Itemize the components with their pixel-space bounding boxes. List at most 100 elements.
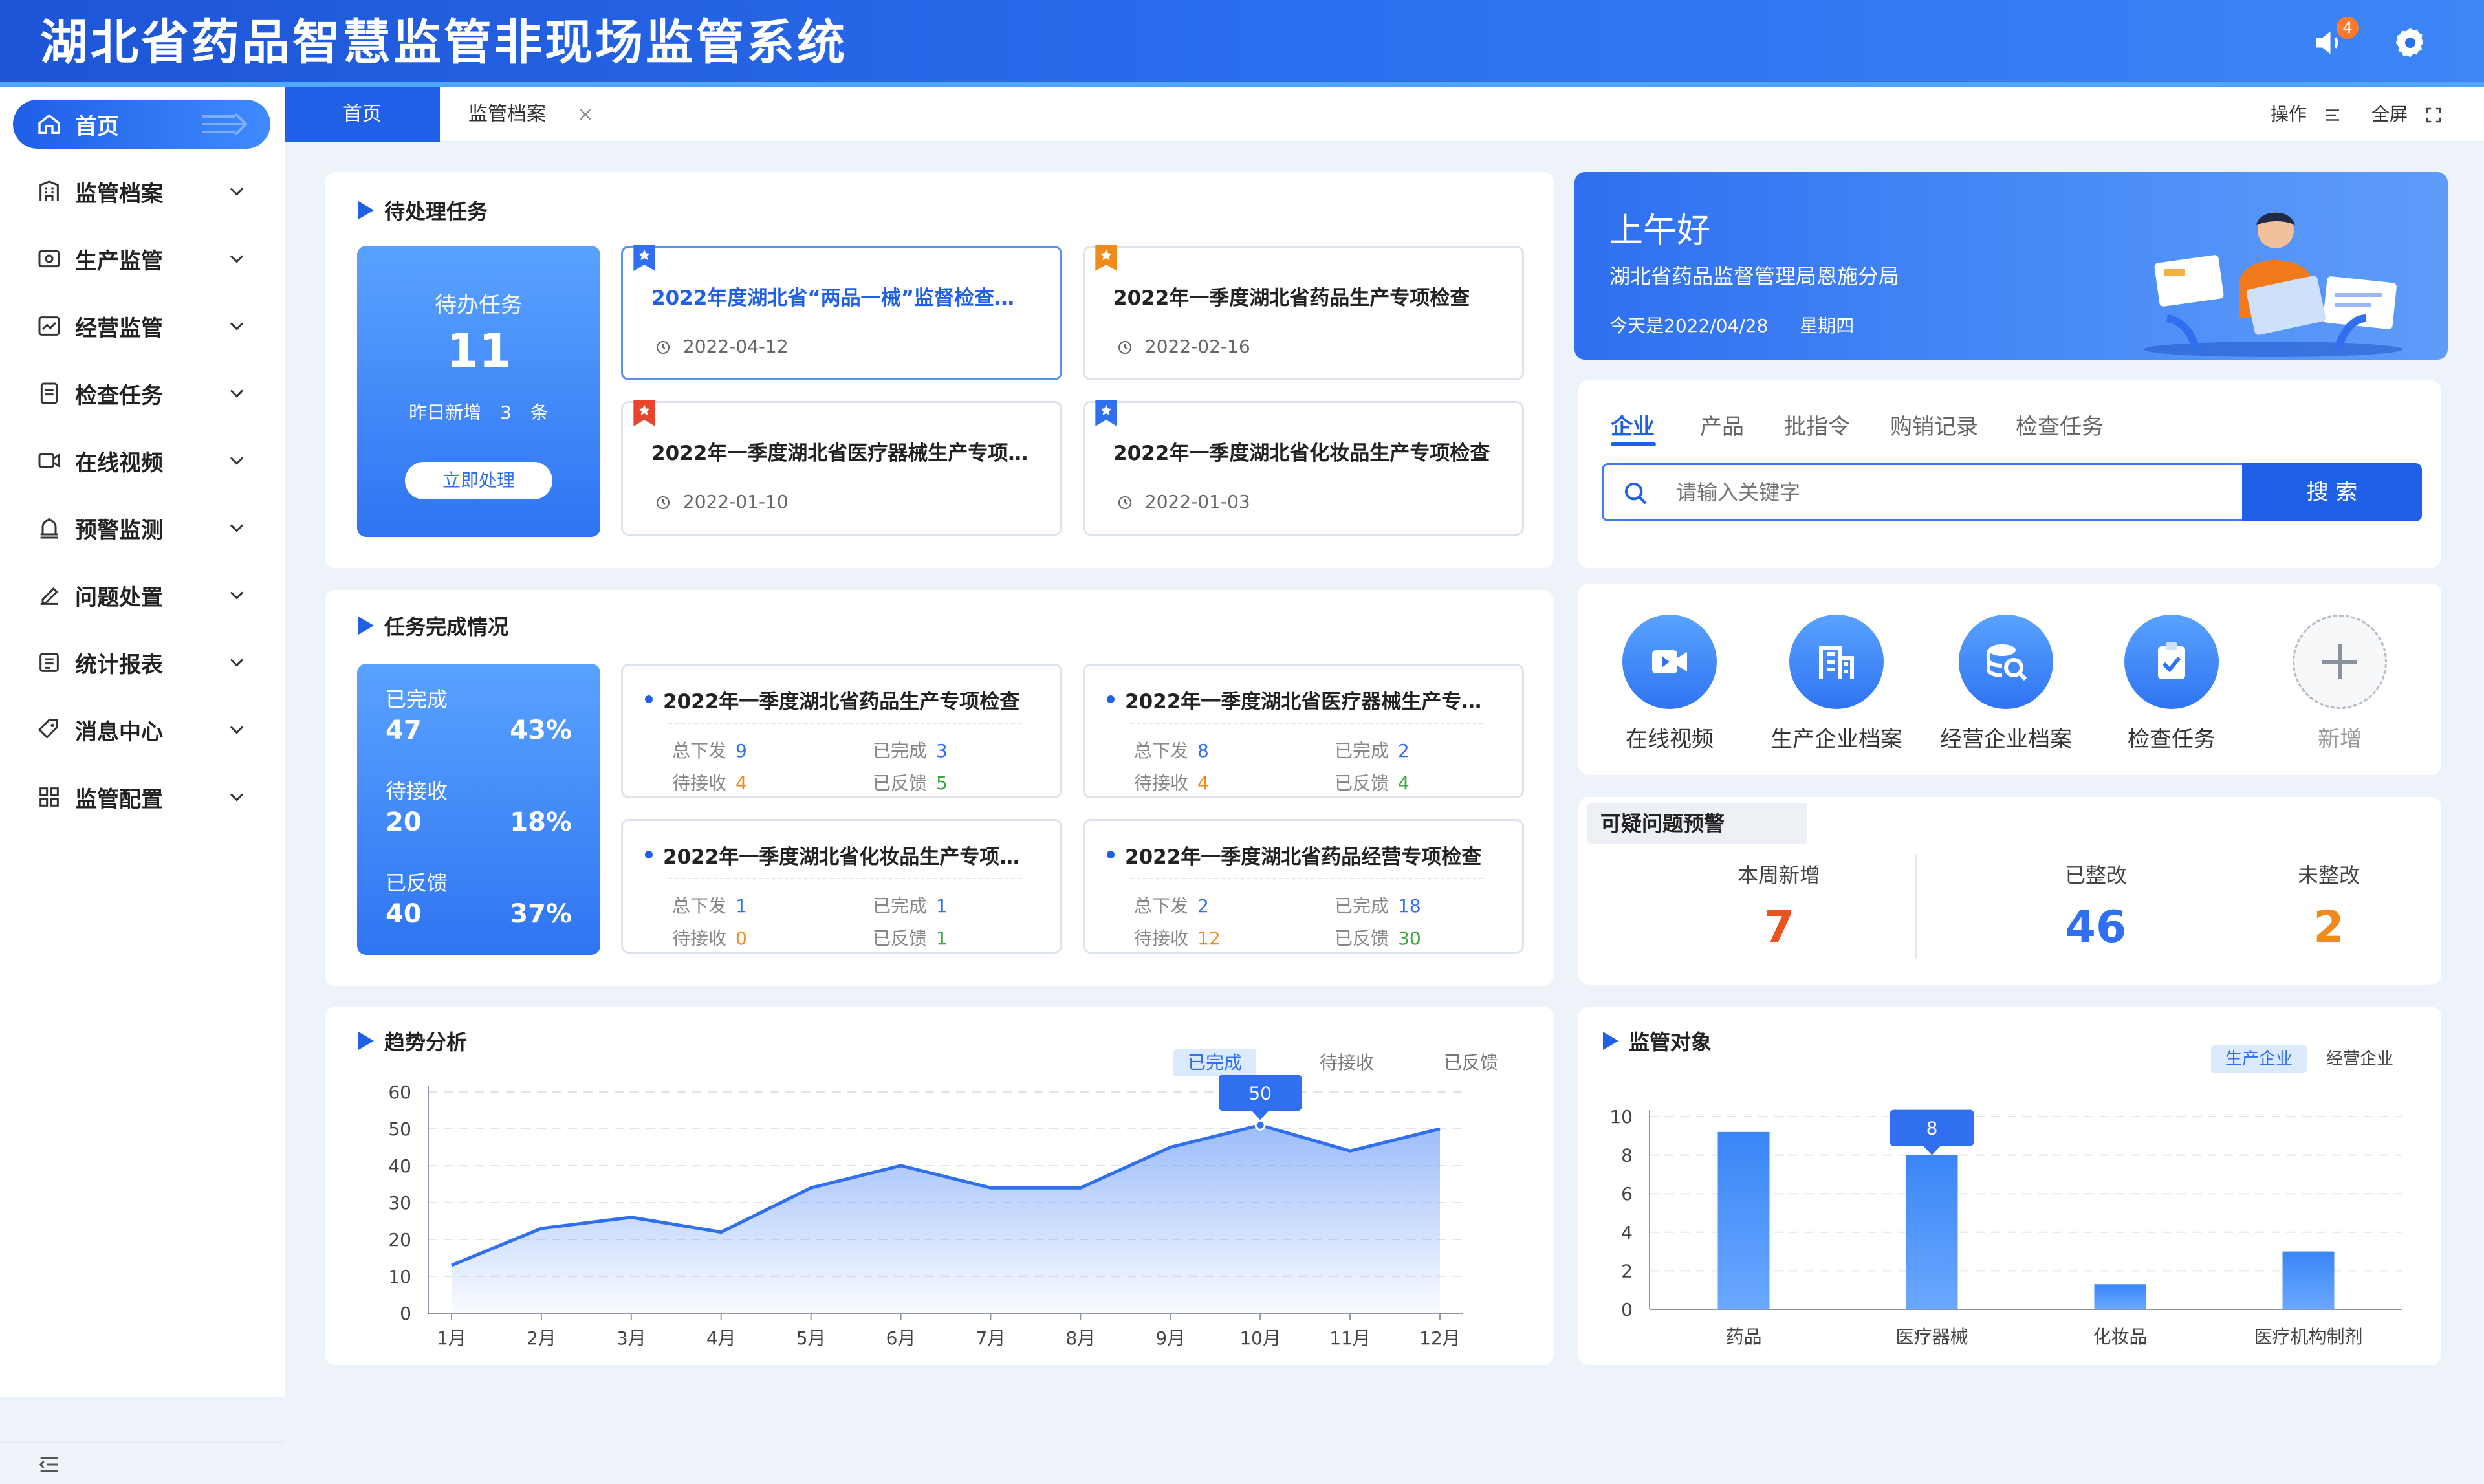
process-now-button[interactable]: 立即处理 [405, 462, 552, 499]
search-input[interactable] [1675, 474, 2192, 510]
sidebar-item-issues[interactable]: 问题处置 [13, 571, 270, 620]
search-tab-batch[interactable]: 批指令 [1784, 409, 1850, 441]
completion-summary: 已完成 47 43% 待接收 20 18% 已反馈 40 37% [357, 664, 600, 955]
sidebar-item-config[interactable]: 监管配置 [13, 772, 270, 822]
bar [1718, 1132, 1770, 1309]
pending-value: 0 [735, 928, 747, 949]
done-value: 18 [1398, 895, 1421, 917]
tab-archive[interactable]: 监管档案 [455, 87, 585, 142]
todo-count: 11 [357, 323, 600, 378]
done-value: 1 [936, 895, 948, 917]
summary-label: 已完成 [386, 683, 448, 713]
app-header: 湖北省药品智慧监管非现场监管系统 4 [0, 0, 2484, 87]
close-icon[interactable] [577, 106, 594, 123]
collapse-menu-icon[interactable] [35, 1452, 63, 1478]
y-tick-label: 0 [400, 1303, 411, 1324]
task-title: 2022年一季度湖北省医疗器械生产专项检查 [651, 437, 1034, 466]
sidebar-item-archive[interactable]: 监管档案 [13, 167, 270, 216]
bar-tooltip: 8 [1890, 1110, 1974, 1155]
completion-card[interactable]: 2022年一季度湖北省医疗器械生产专项检查 总下发8 已完成2 待接收4 已反馈… [1083, 664, 1524, 798]
x-tick-label: 5月 [796, 1327, 826, 1349]
sidebar-item-label: 检查任务 [75, 378, 163, 409]
task-card[interactable]: 2022年一季度湖北省化妆品生产专项检查 2022-01-03 [1083, 401, 1524, 536]
gear-icon[interactable] [2391, 23, 2430, 62]
pending-tasks-panel: 待处理任务 待办任务 11 昨日新增 3 条 立即处理 2022年度湖北省“两品… [325, 172, 1554, 568]
operate-menu[interactable]: 操作 [2271, 87, 2342, 142]
summary-value: 20 [386, 807, 422, 837]
chevron-down-icon [225, 314, 248, 338]
quick-production-archive-button[interactable] [1789, 615, 1884, 709]
edit-icon [36, 582, 62, 608]
pending-label: 待接收 [672, 772, 726, 794]
quick-production-archive-label: 生产企业档案 [1752, 721, 1921, 753]
video-icon [36, 448, 62, 474]
sidebar-item-reports[interactable]: 统计报表 [13, 638, 270, 687]
greeting-hello: 上午好 [1609, 203, 1710, 252]
plus-icon [2316, 638, 2363, 685]
sidebar: 首页 监管档案 生产监管 经营监管 检查任务 在线视频 预警监测 问题处置 统 [0, 87, 285, 1397]
sidebar-item-inspection[interactable]: 检查任务 [13, 369, 270, 418]
quick-business-archive-button[interactable] [1959, 615, 2053, 709]
feedback-stat: 已反馈1 [873, 924, 948, 950]
search-tab-trade[interactable]: 购销记录 [1890, 409, 1978, 441]
greeting-banner: 上午好 湖北省药品监督管理局恩施分局 今天是2022/04/28 星期四 [1574, 172, 2448, 360]
sidebar-item-label: 监管配置 [75, 781, 163, 813]
fullscreen-icon [2424, 105, 2443, 125]
todo-yesterday-prefix: 昨日新增 [409, 402, 481, 423]
search-tab-company[interactable]: 企业 [1611, 409, 1655, 441]
quick-inspection-button[interactable] [2124, 615, 2219, 709]
clock-icon [655, 495, 671, 510]
task-card[interactable]: 2022年一季度湖北省医疗器械生产专项检查 2022-01-10 [621, 401, 1062, 536]
sidebar-item-home[interactable]: 首页 [13, 100, 270, 149]
tab-home[interactable]: 首页 [285, 87, 440, 142]
sidebar-item-production[interactable]: 生产监管 [13, 234, 270, 283]
completion-panel: 任务完成情况 已完成 47 43% 待接收 20 18% 已反馈 40 37% … [325, 590, 1554, 986]
quick-add-button[interactable] [2293, 615, 2387, 709]
pending-stat: 待接收12 [1134, 924, 1221, 950]
completion-card[interactable]: 2022年一季度湖北省药品生产专项检查 总下发9 已完成3 待接收4 已反馈5 [621, 664, 1062, 798]
chevron-down-icon [225, 651, 248, 674]
warning-unfixed-value: 2 [2199, 902, 2458, 953]
fullscreen-button[interactable]: 全屏 [2371, 87, 2443, 142]
search-tab-inspection[interactable]: 检查任务 [2016, 409, 2104, 441]
task-card[interactable]: 2022年一季度湖北省药品生产专项检查 2022-02-16 [1083, 246, 1524, 380]
x-tick-label: 9月 [1155, 1327, 1185, 1349]
completion-card[interactable]: 2022年一季度湖北省药品经营专项检查 总下发2 已完成18 待接收12 已反馈… [1083, 819, 1524, 954]
chevron-down-icon [225, 785, 248, 809]
fullscreen-label: 全屏 [2371, 104, 2408, 125]
y-tick-label: 10 [1609, 1106, 1633, 1128]
y-tick-label: 40 [388, 1155, 411, 1177]
grid-icon [36, 784, 62, 810]
chevron-down-icon [225, 247, 248, 270]
arrows-decor-icon [199, 109, 251, 140]
issued-label: 总下发 [1134, 740, 1188, 761]
issued-label: 总下发 [1134, 895, 1188, 917]
feedback-label: 已反馈 [1335, 928, 1389, 949]
y-tick-label: 50 [388, 1118, 411, 1140]
greeting-org: 湖北省药品监督管理局恩施分局 [1609, 260, 1899, 290]
sidebar-item-business[interactable]: 经营监管 [13, 301, 270, 351]
x-tick-label: 2月 [527, 1327, 556, 1349]
greeting-date: 今天是2022/04/28 星期四 [1609, 312, 1854, 338]
sidebar-item-warning[interactable]: 预警监测 [13, 503, 270, 552]
clock-icon [1117, 495, 1133, 510]
feedback-label: 已反馈 [1335, 772, 1389, 794]
task-date: 2022-02-16 [1117, 336, 1250, 357]
x-tick-label: 11月 [1329, 1327, 1371, 1349]
bar-tooltip-text: 8 [1926, 1118, 1938, 1139]
clipboard-check-icon [2148, 638, 2195, 685]
done-label: 已完成 [873, 740, 927, 761]
sidebar-item-label: 监管档案 [75, 176, 163, 208]
completion-card[interactable]: 2022年一季度湖北省化妆品生产专项检查 总下发1 已完成1 待接收0 已反馈1 [621, 819, 1062, 954]
task-card[interactable]: 2022年度湖北省“两品一械”监督检查专项行动 2022-04-12 [621, 246, 1062, 380]
completion-title-text: 任务完成情况 [384, 611, 508, 640]
section-flag-icon [357, 200, 375, 221]
search-button[interactable]: 搜 索 [2242, 463, 2422, 521]
clock-icon [1117, 340, 1133, 355]
search-tab-product[interactable]: 产品 [1700, 409, 1744, 441]
quick-video-button[interactable] [1622, 615, 1717, 709]
notification-badge: 4 [2337, 17, 2359, 39]
sidebar-item-messages[interactable]: 消息中心 [13, 705, 270, 754]
bookmark-star-icon [1095, 245, 1117, 271]
sidebar-item-video[interactable]: 在线视频 [13, 436, 270, 485]
